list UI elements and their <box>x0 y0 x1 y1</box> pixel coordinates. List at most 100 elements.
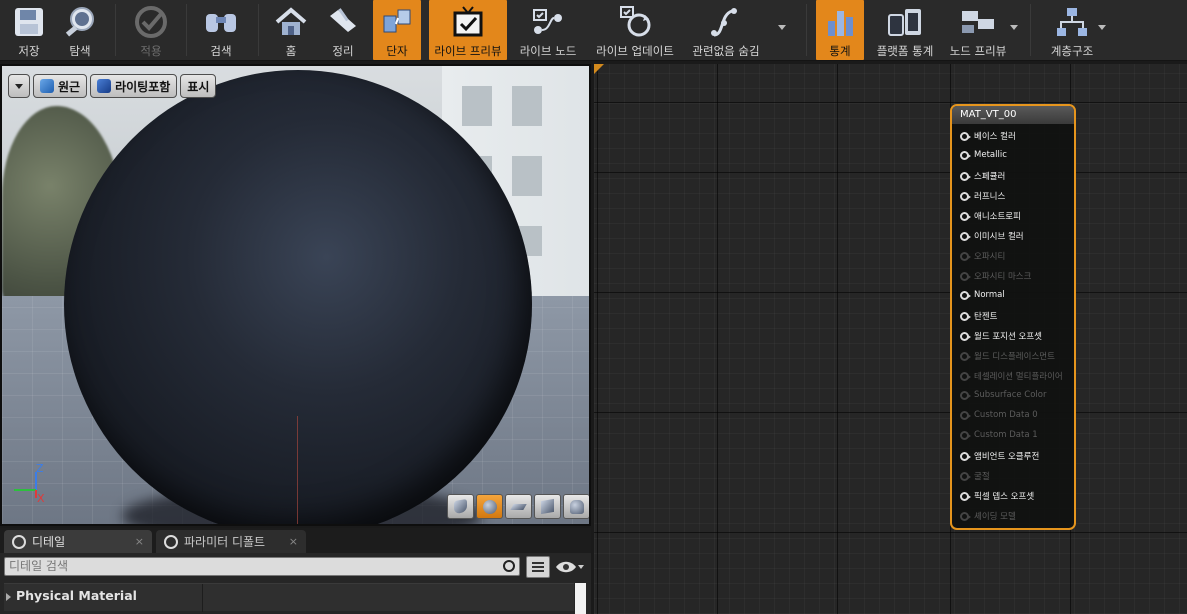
pin-connector-icon[interactable] <box>960 511 971 521</box>
details-search-input[interactable]: 디테일 검색 <box>4 557 520 576</box>
connectors-button[interactable]: 단자 <box>373 0 421 60</box>
pin-connector-icon[interactable] <box>960 271 971 281</box>
toolbar-separator <box>1030 4 1031 56</box>
node-input-pin[interactable]: 굴절 <box>960 470 990 482</box>
pin-connector-icon[interactable] <box>960 171 971 181</box>
pin-connector-icon[interactable] <box>960 390 971 400</box>
pin-connector-icon[interactable] <box>960 331 971 341</box>
node-preview-button[interactable]: 노드 프리뷰 <box>946 0 1010 60</box>
lit-mode-button[interactable]: 라이팅포함 <box>90 74 178 98</box>
clean-up-button[interactable]: 정리 <box>320 0 366 60</box>
node-input-pin[interactable]: Normal <box>960 290 1005 300</box>
node-input-pin[interactable]: Custom Data 0 <box>960 410 1038 420</box>
search-icon[interactable] <box>503 560 515 572</box>
hierarchy-button[interactable]: 계층구조 <box>1044 0 1100 60</box>
pin-connector-icon[interactable] <box>960 131 971 141</box>
preview-viewport[interactable]: 원근 라이팅포함 표시 Z X <box>0 64 591 526</box>
pin-connector-icon[interactable] <box>960 150 971 160</box>
node-input-pin[interactable]: 테셀레이션 멀티플라이어 <box>960 370 1063 382</box>
pin-connector-icon[interactable] <box>960 430 971 440</box>
view-options-grid-button[interactable] <box>526 556 550 578</box>
node-input-pin[interactable]: 월드 포지션 오프셋 <box>960 330 1042 342</box>
node-input-pin[interactable]: 베이스 컬러 <box>960 130 1016 142</box>
node-title: MAT_VT_00 <box>952 106 1074 124</box>
pin-label: Metallic <box>974 150 1007 160</box>
pin-connector-icon[interactable] <box>960 231 971 241</box>
pin-connector-icon[interactable] <box>960 311 971 321</box>
hierarchy-dropdown[interactable] <box>1098 25 1106 30</box>
node-input-pin[interactable]: 탄젠트 <box>960 310 997 322</box>
pin-connector-icon[interactable] <box>960 410 971 420</box>
node-input-pin[interactable]: 월드 디스플레이스먼트 <box>960 350 1055 362</box>
node-preview-dropdown[interactable] <box>1010 25 1018 30</box>
node-input-pin[interactable]: 오파시티 마스크 <box>960 270 1031 282</box>
pin-label: 셰이딩 모델 <box>974 512 1016 522</box>
apply-button[interactable]: 적용 <box>126 0 176 60</box>
search-button[interactable]: 검색 <box>196 0 246 60</box>
hide-unrelated-dropdown[interactable] <box>778 25 786 30</box>
pin-connector-icon[interactable] <box>960 211 971 221</box>
live-update-button[interactable]: 라이브 업데이트 <box>591 0 679 60</box>
browse-button[interactable]: 탐색 <box>56 0 104 60</box>
pin-connector-icon[interactable] <box>960 191 971 201</box>
pin-label: 테셀레이션 멀티플라이어 <box>974 372 1063 382</box>
live-preview-icon <box>448 2 488 42</box>
preview-sphere <box>64 70 532 524</box>
stats-button[interactable]: 통계 <box>816 0 864 60</box>
home-button[interactable]: 홈 <box>268 0 314 60</box>
visibility-eye-button[interactable] <box>555 559 585 575</box>
close-icon[interactable]: × <box>289 535 298 548</box>
node-preview-label: 노드 프리뷰 <box>949 44 1007 58</box>
node-input-pin[interactable]: 앰비언트 오클루전 <box>960 450 1039 462</box>
node-input-pin[interactable]: Custom Data 1 <box>960 430 1038 440</box>
pin-connector-icon[interactable] <box>960 251 971 261</box>
viewport-options-dropdown[interactable] <box>8 74 30 98</box>
expand-arrow-icon[interactable] <box>6 593 11 601</box>
node-input-pin[interactable]: 스페큘러 <box>960 170 1005 182</box>
apply-label: 적용 <box>140 44 162 58</box>
pin-connector-icon[interactable] <box>960 290 971 300</box>
axis-z-label: Z <box>36 462 44 475</box>
node-input-pin[interactable]: 픽셀 뎁스 오프셋 <box>960 490 1034 502</box>
save-button[interactable]: 저장 <box>6 0 52 60</box>
cube-mesh-button[interactable] <box>534 494 561 519</box>
pin-connector-icon[interactable] <box>960 351 971 361</box>
live-preview-button[interactable]: 라이브 프리뷰 <box>429 0 507 60</box>
node-input-pin[interactable]: Metallic <box>960 150 1007 160</box>
pin-connector-icon[interactable] <box>960 451 971 461</box>
details-scrollbar[interactable] <box>575 583 586 614</box>
pin-label: Custom Data 1 <box>974 430 1038 440</box>
browse-label: 탐색 <box>69 44 91 58</box>
perspective-button[interactable]: 원근 <box>33 74 88 98</box>
cylinder-mesh-button[interactable] <box>447 494 474 519</box>
pin-connector-icon[interactable] <box>960 471 971 481</box>
pin-label: 애니소트로피 <box>974 212 1021 222</box>
sphere-mesh-button[interactable] <box>476 494 503 519</box>
pin-label: 러프니스 <box>974 192 1006 202</box>
live-nodes-button[interactable]: 라이브 노드 <box>513 0 583 60</box>
node-input-pin[interactable]: 애니소트로피 <box>960 210 1021 222</box>
column-divider[interactable] <box>202 584 203 612</box>
close-icon[interactable]: × <box>135 535 144 548</box>
custom-mesh-button[interactable] <box>563 494 589 519</box>
tab-parameter-defaults[interactable]: 파라미터 디폴트 × <box>156 530 306 553</box>
node-input-pin[interactable]: 러프니스 <box>960 190 1005 202</box>
node-input-pin[interactable]: 셰이딩 모델 <box>960 510 1016 522</box>
show-button[interactable]: 표시 <box>180 74 217 98</box>
tab-details[interactable]: 디테일 × <box>4 530 152 553</box>
clean-up-label: 정리 <box>332 44 354 58</box>
node-input-pin[interactable]: 이미시브 컬러 <box>960 230 1024 242</box>
material-result-node[interactable]: MAT_VT_00 베이스 컬러 Metallic 스페큘러러프니스애니소트로피이미… <box>950 104 1076 530</box>
toolbar-separator <box>806 4 807 56</box>
platform-stats-button[interactable]: 플랫폼 통계 <box>870 0 940 60</box>
plane-mesh-button[interactable] <box>505 494 532 519</box>
node-input-pin[interactable]: Subsurface Color <box>960 390 1047 400</box>
hide-unrelated-button[interactable]: 관련없음 숨김 <box>686 0 766 60</box>
pin-connector-icon[interactable] <box>960 491 971 501</box>
physical-material-category[interactable]: Physical Material <box>4 583 574 612</box>
origin-axis-line <box>297 416 298 524</box>
material-graph-canvas[interactable]: MAT_VT_00 베이스 컬러 Metallic 스페큘러러프니스애니소트로피이미… <box>594 64 1187 614</box>
node-input-pin[interactable]: 오파시티 <box>960 250 1005 262</box>
pin-connector-icon[interactable] <box>960 371 971 381</box>
pin-label: 베이스 컬러 <box>974 132 1016 142</box>
